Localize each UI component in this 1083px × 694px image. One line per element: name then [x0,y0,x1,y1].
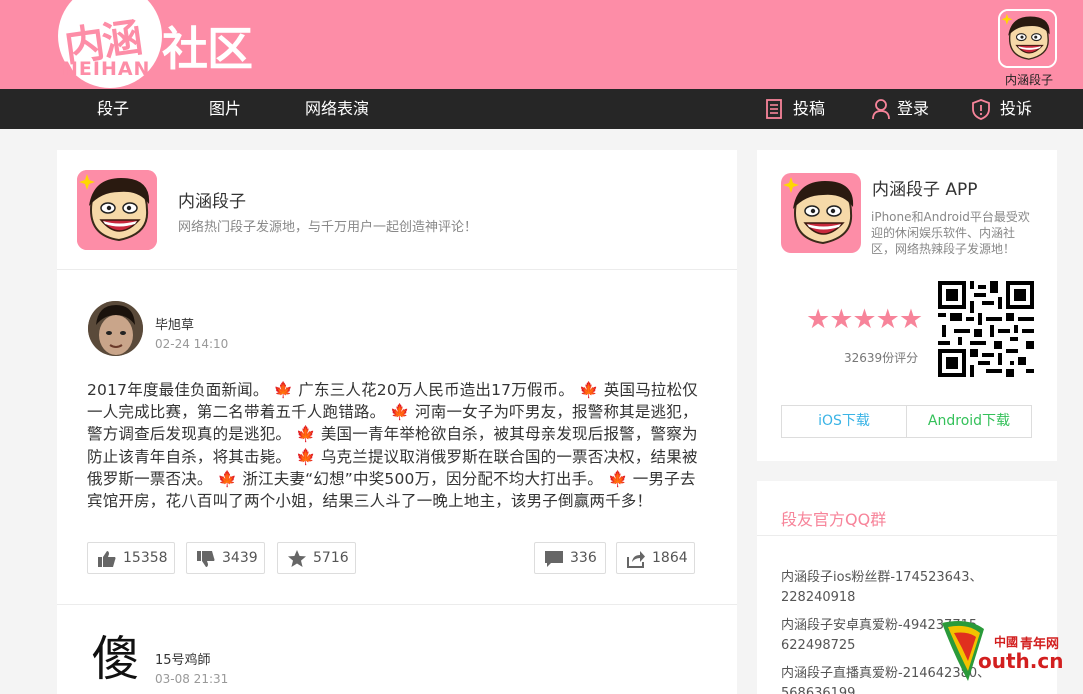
document-icon[interactable] [764,98,784,120]
app-icon-link[interactable] [998,9,1057,68]
favorite-count: 5716 [313,550,349,566]
dislike-button[interactable]: 3439 [186,542,265,574]
like-button[interactable]: 15358 [87,542,175,574]
post-time: 03-08 21:31 [155,672,229,686]
divider [57,269,737,270]
brand-desc: 网络热门段子发源地，与千万用户一起创造神评论！ [178,220,478,235]
rating-stars: ★★★★★ [806,304,923,335]
dislike-count: 3439 [222,550,258,566]
ios-download-button[interactable]: iOS下载 [781,405,907,438]
thumbs-down-icon [197,551,215,567]
share-count: 1864 [652,550,688,566]
post-content: 2017年度最佳负面新闻。 🍁 广东三人花20万人民币造出17万假币。 🍁 英国… [87,381,699,511]
qr-code [938,281,1034,377]
app-desc-line: iPhone和Android平台最受欢 [871,210,1030,224]
brand-title: 内涵段子 [178,192,246,212]
app-icon-label[interactable]: 内涵段子 [990,71,1068,88]
comment-count: 336 [570,550,597,566]
watermark-cn: 中國 [994,635,1019,649]
nav-login[interactable]: 登录 [897,89,929,129]
avatar[interactable]: 傻 [88,632,143,687]
nav-submit[interactable]: 投稿 [793,89,825,129]
app-card: 内涵段子 APP iPhone和Android平台最受欢 迎的休闲娱乐软件、内涵… [757,150,1057,461]
top-header: 内涵 NEIHAN 社区 内涵段子 [0,0,1083,89]
share-button[interactable]: 1864 [616,542,695,574]
nav-item-duanzi[interactable]: 段子 [97,89,129,129]
mascot-icon [77,170,157,250]
logo-text-shequ: 社区 [162,22,253,76]
android-download-button[interactable]: Android下载 [906,405,1032,438]
star-icon [288,550,306,567]
user-icon[interactable] [871,98,891,120]
shield-icon[interactable] [971,98,991,120]
logo-text-english: NEIHAN [62,58,151,80]
nav-bar: 段子 图片 网络表演 投稿 登录 投诉 [0,89,1083,129]
app-title: 内涵段子 APP [872,180,978,200]
nav-item-images[interactable]: 图片 [209,89,241,129]
comment-icon [545,551,563,567]
nav-item-live[interactable]: 网络表演 [305,89,369,129]
post-time: 02-24 14:10 [155,337,229,351]
post-username[interactable]: 15号鸡師 [155,649,211,668]
like-count: 15358 [123,550,168,566]
avatar[interactable] [88,301,143,356]
site-logo[interactable]: 内涵 NEIHAN 社区 [58,0,263,89]
divider [757,535,1057,536]
app-desc-line: 区，网络热辣段子发源地！ [871,242,1016,256]
nav-report[interactable]: 投诉 [1000,89,1032,129]
brand-logo[interactable] [77,170,157,250]
qq-group-line: 568636199 [781,686,856,694]
favorite-button[interactable]: 5716 [277,542,356,574]
mascot-icon [1000,11,1055,66]
youth-watermark: 中國 青年网 outh.cn [938,615,1078,685]
app-desc-line: 迎的休闲娱乐软件、内涵社 [871,226,1016,240]
thumbs-up-icon [98,551,116,567]
main-feed: 内涵段子 网络热门段子发源地，与千万用户一起创造神评论！ 毕旭草 02-24 1… [57,150,737,694]
qq-group-line: 228240918 [781,590,856,605]
comment-button[interactable]: 336 [534,542,606,574]
watermark-url: outh.cn [978,649,1064,673]
qq-group-line: 622498725 [781,638,856,653]
divider [57,604,737,605]
qq-group-title: 段友官方QQ群 [781,510,887,529]
rating-count: 32639份评分 [844,351,919,365]
app-desc: iPhone和Android平台最受欢 迎的休闲娱乐软件、内涵社 区，网络热辣段… [871,209,1030,257]
app-logo[interactable] [781,173,861,253]
share-icon [627,551,645,568]
mascot-icon [781,173,861,253]
qq-group-line: 内涵段子ios粉丝群-174523643、 [781,570,983,585]
user-photo [88,301,143,356]
post-username[interactable]: 毕旭草 [155,314,194,333]
